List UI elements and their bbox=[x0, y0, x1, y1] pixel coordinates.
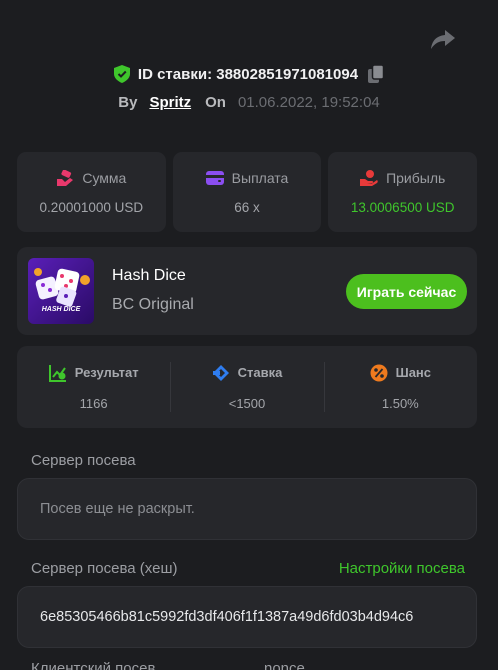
chance-cell: Шанс 1.50% bbox=[323, 346, 477, 428]
bet-date: 01.06.2022, 19:52:04 bbox=[237, 93, 380, 111]
on-label: On bbox=[205, 93, 226, 111]
stat-payout-label: Выплата bbox=[231, 169, 289, 186]
user-link[interactable]: Spritz bbox=[149, 94, 191, 111]
stat-amount-value: 0.20001000 USD bbox=[39, 199, 144, 215]
chance-label: Шанс bbox=[395, 365, 432, 380]
server-seed-field[interactable]: Посев еще не раскрыт. bbox=[17, 478, 477, 540]
server-seed-hash-label: Сервер посева (хеш) bbox=[31, 560, 178, 577]
bet-author-row: By Spritz On 01.06.2022, 19:52:04 bbox=[0, 92, 498, 112]
stat-payout: Выплата 66 x bbox=[172, 152, 322, 232]
client-seed-label: Клиентский посев bbox=[31, 660, 156, 670]
game-thumb-text: HASH DICE bbox=[41, 306, 81, 313]
bet-stats: Сумма 0.20001000 USD Выплата 66 x Прибыл… bbox=[17, 152, 478, 232]
bet-id: ID ставки: 38802851971081094 bbox=[137, 65, 359, 83]
seed-settings-link[interactable]: Настройки посева bbox=[339, 560, 465, 577]
bet-id-row: ID ставки: 38802851971081094 bbox=[0, 63, 498, 85]
result-value: 1166 bbox=[79, 395, 108, 411]
game-provider: BC Original bbox=[112, 296, 194, 313]
stat-amount-label: Сумма bbox=[82, 169, 127, 186]
chance-value: 1.50% bbox=[381, 395, 419, 411]
stat-profit-label: Прибыль bbox=[386, 169, 446, 186]
wallet-icon bbox=[205, 170, 224, 185]
share-icon[interactable] bbox=[430, 28, 456, 52]
bet-tag-icon bbox=[212, 364, 229, 381]
server-seed-hash-field[interactable]: 6e85305466b81c5992fd3df406f1f1387a49d6fd… bbox=[17, 586, 477, 648]
bet-value: <1500 bbox=[228, 395, 266, 411]
profit-hand-icon bbox=[360, 169, 378, 186]
server-seed-label: Сервер посева bbox=[31, 452, 136, 469]
bet-cell: Ставка <1500 bbox=[170, 346, 323, 428]
stat-profit: Прибыль 13.0006500 USD bbox=[328, 152, 478, 232]
copy-icon[interactable] bbox=[368, 65, 385, 83]
nonce-label: nonce bbox=[264, 660, 305, 670]
game-thumbnail[interactable]: HASH DICE bbox=[28, 258, 94, 324]
stat-amount: Сумма 0.20001000 USD bbox=[17, 152, 166, 232]
stat-profit-value: 13.0006500 USD bbox=[350, 199, 455, 215]
by-label: By bbox=[118, 93, 138, 111]
play-now-button[interactable]: Играть сейчас bbox=[346, 274, 467, 309]
result-card: Результат 1166 Ставка <1500 Шанс 1.50% bbox=[17, 346, 477, 428]
percent-icon bbox=[370, 364, 388, 381]
result-label: Результат bbox=[74, 365, 139, 380]
game-name: Hash Dice bbox=[112, 267, 186, 284]
bet-label: Ставка bbox=[237, 365, 283, 380]
result-chart-icon bbox=[48, 364, 66, 382]
stat-payout-value: 66 x bbox=[234, 199, 260, 215]
coins-icon bbox=[57, 169, 74, 186]
verified-shield-icon bbox=[113, 65, 130, 83]
game-card: HASH DICE Hash Dice BC Original Играть с… bbox=[17, 247, 477, 335]
result-cell: Результат 1166 bbox=[17, 346, 170, 428]
